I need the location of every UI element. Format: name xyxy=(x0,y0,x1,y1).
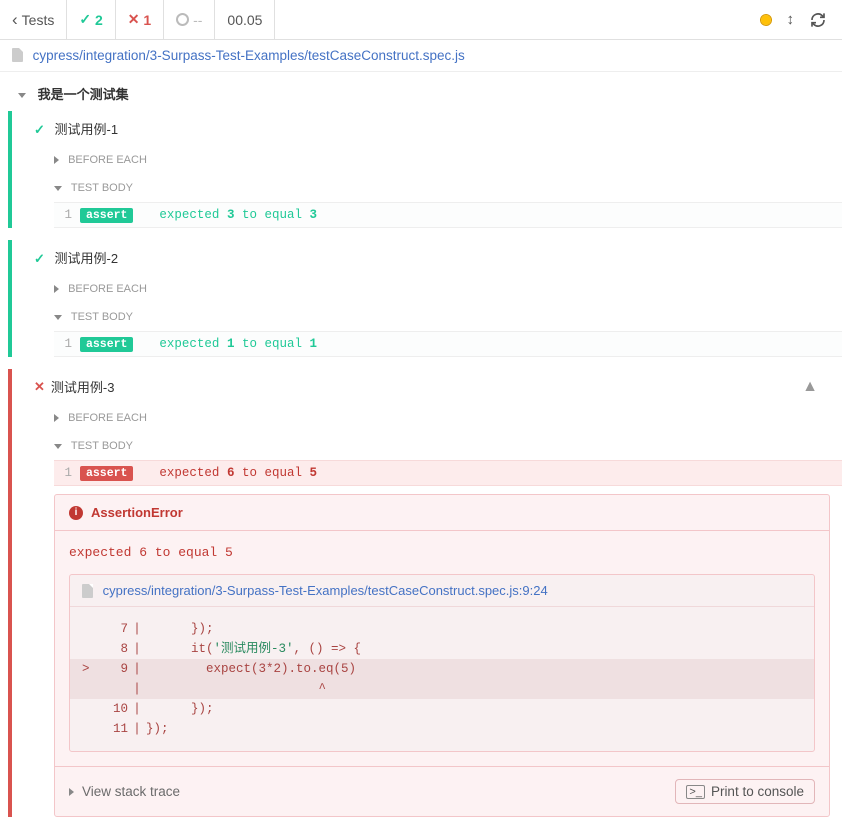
test-body-header[interactable]: TEST BODY xyxy=(12,303,842,331)
test-header[interactable]: ✓ 测试用例-2 xyxy=(12,240,842,275)
file-icon xyxy=(82,584,93,598)
command-row[interactable]: 1 assert expected 3 to equal 3 xyxy=(54,202,842,228)
error-title: i AssertionError xyxy=(55,495,829,531)
test-body-label: TEST BODY xyxy=(71,440,133,452)
before-each-label: BEFORE EACH xyxy=(68,283,147,295)
error-name: AssertionError xyxy=(91,505,183,520)
test-body-label: TEST BODY xyxy=(71,182,133,194)
test-header[interactable]: ✕ 测试用例-3 ▲ xyxy=(12,369,842,404)
before-each-header[interactable]: BEFORE EACH xyxy=(12,146,842,174)
test-block: ✓ 测试用例-2 BEFORE EACH TEST BODY 1 assert … xyxy=(8,240,842,357)
code-file-path: cypress/integration/3-Surpass-Test-Examp… xyxy=(103,583,548,598)
pass-count: 2 xyxy=(95,12,103,28)
file-header[interactable]: cypress/integration/3-Surpass-Test-Examp… xyxy=(0,40,842,72)
pending-label: -- xyxy=(193,12,202,28)
caret-down-icon xyxy=(18,93,26,98)
file-path: cypress/integration/3-Surpass-Test-Examp… xyxy=(33,48,465,63)
test-block: ✕ 测试用例-3 ▲ BEFORE EACH TEST BODY 1 asser… xyxy=(8,369,842,817)
code-file-link[interactable]: cypress/integration/3-Surpass-Test-Examp… xyxy=(70,575,814,607)
file-icon xyxy=(12,48,23,62)
command-row[interactable]: 1 assert expected 1 to equal 1 xyxy=(54,331,842,357)
line-number: 1 xyxy=(54,337,80,351)
print-label: Print to console xyxy=(711,784,804,799)
error-footer: View stack trace >_ Print to console xyxy=(55,766,829,816)
chevron-left-icon: ‹ xyxy=(12,10,18,30)
tests-label: Tests xyxy=(22,12,55,28)
right-icons: ↕ xyxy=(745,11,842,28)
test-title: 测试用例-1 xyxy=(55,122,119,137)
caret-down-icon xyxy=(54,444,62,449)
line-number: 1 xyxy=(54,466,80,480)
x-icon: ✕ xyxy=(34,379,45,395)
before-each-header[interactable]: BEFORE EACH xyxy=(12,275,842,303)
view-stack-trace-toggle[interactable]: View stack trace xyxy=(69,784,180,799)
fail-x-icon: ✕ xyxy=(128,11,144,28)
check-icon: ✓ xyxy=(34,122,45,137)
error-icon: i xyxy=(69,506,83,520)
time-value: 00.05 xyxy=(227,12,262,28)
suite-header[interactable]: 我是一个测试集 xyxy=(0,76,842,111)
pass-count-cell: ✓ 2 xyxy=(67,0,115,39)
assert-message: expected 6 to equal 5 xyxy=(159,466,317,480)
before-each-label: BEFORE EACH xyxy=(68,412,147,424)
warning-icon: ▲ xyxy=(802,378,818,396)
test-title: 测试用例-2 xyxy=(55,251,119,266)
status-dot-icon xyxy=(761,15,771,25)
test-body-header[interactable]: TEST BODY xyxy=(12,432,842,460)
command-row[interactable]: 1 assert expected 6 to equal 5 xyxy=(54,460,842,486)
error-message: expected 6 to equal 5 xyxy=(69,545,815,560)
test-body-header[interactable]: TEST BODY xyxy=(12,174,842,202)
assert-badge: assert xyxy=(80,208,133,223)
print-to-console-button[interactable]: >_ Print to console xyxy=(675,779,815,804)
test-body-label: TEST BODY xyxy=(71,311,133,323)
test-block: ✓ 测试用例-1 BEFORE EACH TEST BODY 1 assert … xyxy=(8,111,842,228)
pass-check-icon: ✓ xyxy=(79,11,95,28)
assert-badge: assert xyxy=(80,466,133,481)
pending-count-cell: -- xyxy=(164,0,215,39)
code-block: cypress/integration/3-Surpass-Test-Examp… xyxy=(69,574,815,752)
assert-message: expected 3 to equal 3 xyxy=(159,208,317,222)
before-each-header[interactable]: BEFORE EACH xyxy=(12,404,842,432)
resize-icon[interactable]: ↕ xyxy=(787,11,795,28)
pending-icon xyxy=(176,13,189,26)
test-header[interactable]: ✓ 测试用例-1 xyxy=(12,111,842,146)
error-body: expected 6 to equal 5 cypress/integratio… xyxy=(55,531,829,766)
stack-trace-label: View stack trace xyxy=(82,784,180,799)
fail-count-cell: ✕ 1 xyxy=(116,0,164,39)
caret-right-icon xyxy=(54,156,59,164)
check-icon: ✓ xyxy=(34,251,45,266)
suite-title: 我是一个测试集 xyxy=(38,87,129,102)
caret-down-icon xyxy=(54,315,62,320)
toolbar: ‹ Tests ✓ 2 ✕ 1 -- 00.05 ↕ xyxy=(0,0,842,40)
test-title: 测试用例-3 xyxy=(51,377,115,396)
tests-back-button[interactable]: ‹ Tests xyxy=(0,0,67,39)
assert-message: expected 1 to equal 1 xyxy=(159,337,317,351)
code-lines: 7| }); 8| it('测试用例-3', () => {>9| expect… xyxy=(70,607,814,751)
content: 我是一个测试集 ✓ 测试用例-1 BEFORE EACH TEST BODY 1… xyxy=(0,72,842,835)
reload-button[interactable] xyxy=(810,12,826,28)
caret-right-icon xyxy=(54,414,59,422)
terminal-icon: >_ xyxy=(686,785,705,799)
line-number: 1 xyxy=(54,208,80,222)
error-panel: i AssertionError expected 6 to equal 5 c… xyxy=(54,494,830,817)
caret-down-icon xyxy=(54,186,62,191)
assert-badge: assert xyxy=(80,337,133,352)
fail-count: 1 xyxy=(143,12,151,28)
time-cell: 00.05 xyxy=(215,0,275,39)
caret-right-icon xyxy=(54,285,59,293)
before-each-label: BEFORE EACH xyxy=(68,154,147,166)
